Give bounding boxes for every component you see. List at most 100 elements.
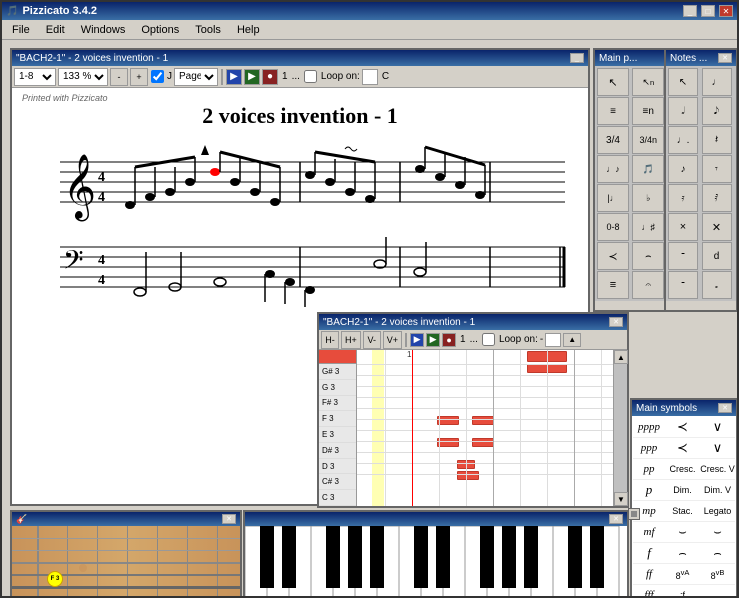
v-minus-btn[interactable]: V- <box>363 331 381 349</box>
view-select[interactable]: Page <box>174 68 218 86</box>
note-btn-4[interactable]: 𝅘𝅥𝅮 <box>702 97 732 125</box>
tool-btn-17[interactable]: |♩ <box>597 184 629 212</box>
tool-btn-30[interactable]: 𝄐 <box>632 271 664 299</box>
notes-panel-close[interactable]: ✕ <box>718 53 732 63</box>
sym-pppp-3[interactable]: ∨ <box>700 419 735 435</box>
pr-scroll-up[interactable]: ▲ <box>563 333 581 347</box>
maximize-button[interactable]: □ <box>701 5 715 17</box>
note-btn-8[interactable]: 𝄾 <box>702 155 732 183</box>
pr-record[interactable]: ● <box>442 333 456 347</box>
sym-8va[interactable]: 8vA <box>665 568 700 581</box>
note-btn-2[interactable]: ♩ <box>702 68 732 96</box>
play-btn-green[interactable]: ▶ <box>244 69 260 85</box>
pr-loop-input[interactable] <box>545 333 561 347</box>
sym-ff[interactable]: ff <box>633 568 665 580</box>
loop-checkbox[interactable] <box>304 70 317 83</box>
dots-btn[interactable]: ... <box>292 71 300 82</box>
tool-btn-6[interactable]: ≡n <box>632 97 664 125</box>
pr-dots[interactable]: ... <box>470 334 478 345</box>
pr-play-green[interactable]: ▶ <box>426 333 440 347</box>
pr-loop-check[interactable] <box>482 333 495 346</box>
h-minus-btn[interactable]: H- <box>321 331 339 349</box>
note-block-d3-2[interactable] <box>472 438 494 447</box>
tool-btn-22[interactable]: ♩♯ <box>632 213 664 241</box>
sym-legato[interactable]: Legato <box>700 506 735 516</box>
menu-file[interactable]: File <box>4 22 38 38</box>
zoom-select[interactable]: 133 % <box>58 68 108 86</box>
note-btn-13[interactable]: 𝄻 <box>668 242 698 270</box>
note-btn-10[interactable]: 𝅀 <box>702 184 732 212</box>
sym-pppp[interactable]: pppp <box>633 421 665 433</box>
piano-close[interactable]: ✕ <box>609 514 623 524</box>
sym-curve1[interactable]: ⌣ <box>665 524 700 540</box>
note-btn-9[interactable]: 𝄿 <box>668 184 698 212</box>
record-btn[interactable]: ● <box>262 69 278 85</box>
tool-btn-29[interactable]: ≡ <box>597 271 629 299</box>
symbols-close[interactable]: ✕ <box>718 403 732 413</box>
tool-btn-2[interactable]: ↖n <box>632 68 664 96</box>
tool-btn-18[interactable]: ♭ <box>632 184 664 212</box>
note-block-d3-1[interactable] <box>437 438 459 447</box>
tool-btn-9[interactable]: 3/4 <box>597 126 629 154</box>
sym-ppp-3[interactable]: ∨ <box>700 440 735 456</box>
sym-pppp-2[interactable]: ≺ <box>665 419 700 435</box>
check-box[interactable] <box>151 70 164 83</box>
sym-arc1[interactable]: ⌢ <box>665 545 700 561</box>
note-btn-1[interactable]: ↖ <box>668 68 698 96</box>
note-btn-3[interactable]: 𝅗𝅥 <box>668 97 698 125</box>
play-btn-blue[interactable]: ▶ <box>226 69 242 85</box>
v-plus-btn[interactable]: V+ <box>383 331 402 349</box>
note-btn-15[interactable]: 𝄻 <box>668 271 698 299</box>
menu-help[interactable]: Help <box>229 22 268 38</box>
sym-dim[interactable]: Dim. <box>665 485 700 495</box>
sym-cresc-v[interactable]: Cresc. V <box>700 464 735 474</box>
range-select[interactable]: 1-8 <box>14 68 56 86</box>
menu-edit[interactable]: Edit <box>38 22 73 38</box>
plus-btn[interactable]: + <box>130 68 148 86</box>
tool-btn-21[interactable]: 0-8 <box>597 213 629 241</box>
sym-p[interactable]: p <box>633 482 665 498</box>
note-btn-5[interactable]: ♩. <box>668 126 698 154</box>
sym-mf[interactable]: mf <box>633 526 665 538</box>
note-block-e3-1[interactable] <box>437 416 459 425</box>
note-btn-11[interactable]: × <box>668 213 698 241</box>
tool-btn-25[interactable]: ≺ <box>597 242 629 270</box>
note-btn-7[interactable]: ♪ <box>668 155 698 183</box>
note-btn-16[interactable]: 𝅗 <box>702 271 732 299</box>
sym-dim-v[interactable]: Dim. V <box>700 485 735 495</box>
sym-8vb[interactable]: 8vB <box>700 568 735 581</box>
sym-ppp[interactable]: ppp <box>633 442 665 454</box>
sym-fff-2[interactable]: :f <box>665 590 700 598</box>
sym-ppp-2[interactable]: ≺ <box>665 440 700 456</box>
sym-pp[interactable]: pp <box>633 463 665 475</box>
tool-btn-5[interactable]: ≡ <box>597 97 629 125</box>
note-block-c3-1[interactable] <box>457 471 479 480</box>
menu-tools[interactable]: Tools <box>187 22 229 38</box>
tool-btn-10[interactable]: 3/4n <box>632 126 664 154</box>
sym-arc2[interactable]: ⌢ <box>700 545 735 561</box>
minus-btn[interactable]: - <box>110 68 128 86</box>
tool-btn-1[interactable]: ↖ <box>597 68 629 96</box>
pr-scroll-up-btn[interactable]: ▲ <box>614 350 628 364</box>
tool-btn-14[interactable]: 🎵 <box>632 155 664 183</box>
note-block-e3-2[interactable] <box>472 416 494 425</box>
menu-windows[interactable]: Windows <box>73 22 134 38</box>
tool-btn-13[interactable]: ♩♪ <box>597 155 629 183</box>
sym-cresc[interactable]: Cresc. <box>665 464 700 474</box>
score-minimize-btn[interactable]: _ <box>570 53 584 63</box>
note-btn-6[interactable]: 𝄽 <box>702 126 732 154</box>
piano-roll-close[interactable]: ✕ <box>609 317 623 327</box>
sym-fff[interactable]: fff <box>633 589 665 598</box>
minimize-button[interactable]: _ <box>683 5 697 17</box>
pr-play-blue[interactable]: ▶ <box>410 333 424 347</box>
pr-scroll-down-btn[interactable]: ▼ <box>614 492 628 506</box>
note-btn-12[interactable]: ✕ <box>702 213 732 241</box>
h-plus-btn[interactable]: H+ <box>341 331 361 349</box>
sym-f[interactable]: f <box>633 545 665 561</box>
close-button[interactable]: ✕ <box>719 5 733 17</box>
loop-input[interactable] <box>362 69 378 85</box>
sym-stac[interactable]: Stac. <box>665 506 700 516</box>
note-btn-14[interactable]: d <box>702 242 732 270</box>
tool-btn-26[interactable]: ⌢ <box>632 242 664 270</box>
menu-options[interactable]: Options <box>133 22 187 38</box>
